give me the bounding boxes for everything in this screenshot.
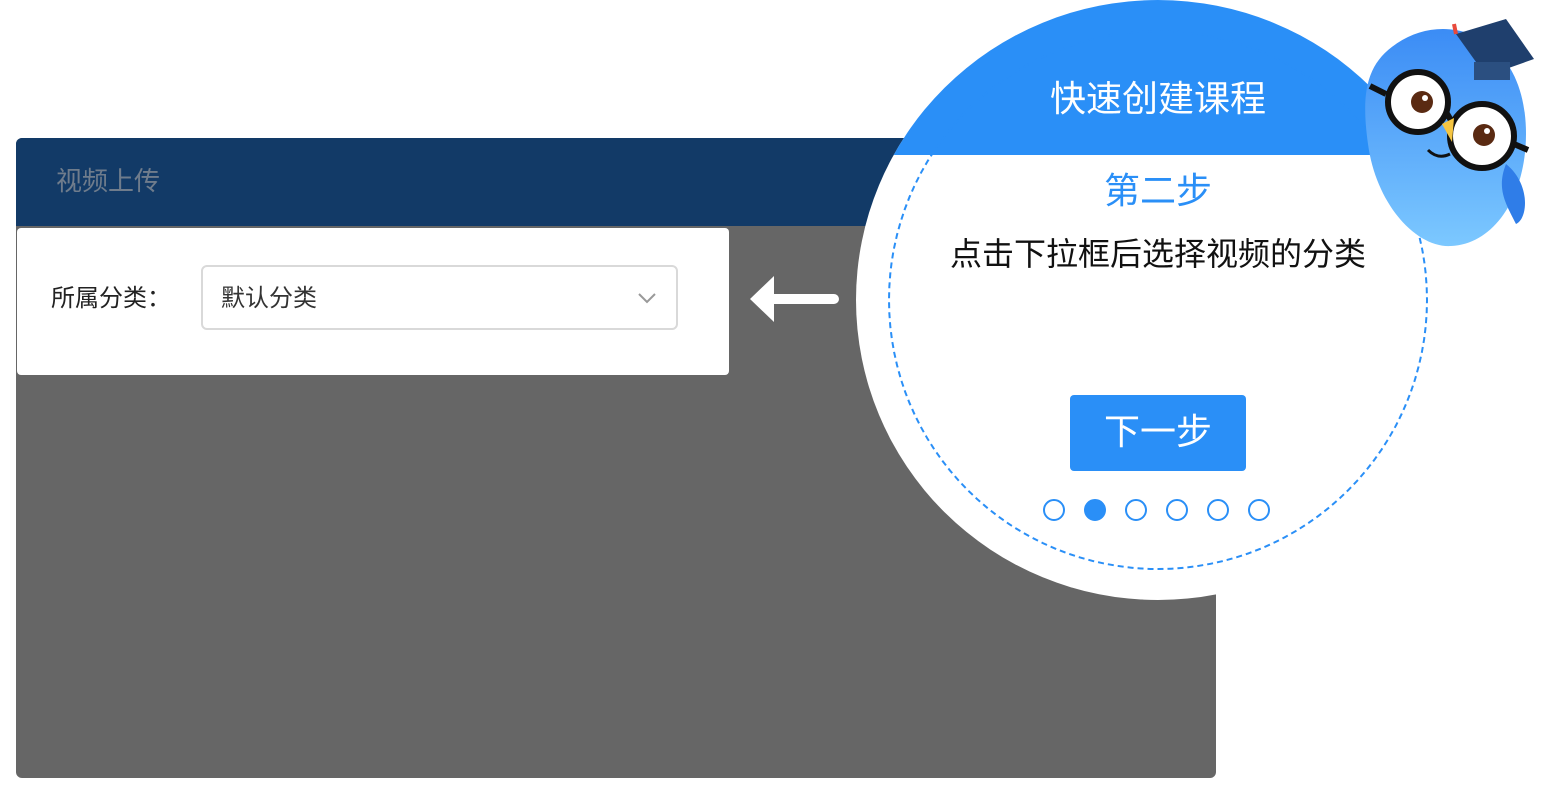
category-label: 所属分类： xyxy=(51,284,171,312)
category-field-highlight: 所属分类： 默认分类 xyxy=(17,228,729,375)
owl-mascot-icon xyxy=(1365,19,1534,247)
step-dot-6[interactable] xyxy=(1248,499,1270,521)
category-select[interactable]: 默认分类 xyxy=(201,265,678,330)
next-step-button[interactable]: 下一步 xyxy=(1070,395,1246,471)
step-dot-3[interactable] xyxy=(1125,499,1147,521)
dialog-title: 视频上传 xyxy=(56,167,161,197)
category-select-value: 默认分类 xyxy=(221,284,317,312)
step-dot-2[interactable] xyxy=(1084,499,1106,521)
step-description: 点击下拉框后选择视频的分类 xyxy=(949,235,1366,273)
step-title: 第二步 xyxy=(1103,171,1212,212)
chevron-down-icon xyxy=(638,293,656,304)
step-dot-4[interactable] xyxy=(1166,499,1188,521)
step-dot-1[interactable] xyxy=(1043,499,1065,521)
arrow-left-icon xyxy=(750,276,839,322)
step-dot-5[interactable] xyxy=(1207,499,1229,521)
